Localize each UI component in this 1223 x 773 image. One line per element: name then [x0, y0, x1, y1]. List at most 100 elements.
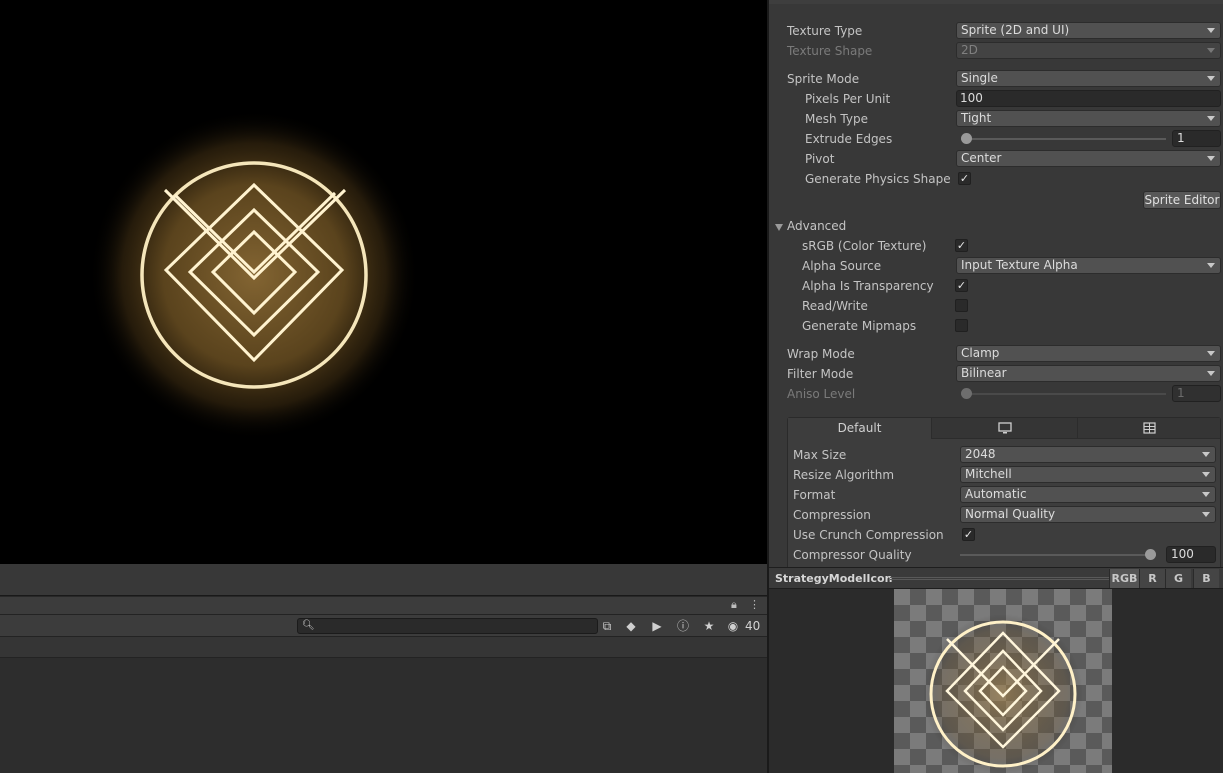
texture-shape-dropdown: 2D — [956, 42, 1221, 59]
generate-mipmaps-row: Generate Mipmaps — [769, 316, 1223, 336]
inspector-panel: Texture Type Sprite (2D and UI) Texture … — [769, 0, 1223, 567]
filter-mode-label: Filter Mode — [787, 367, 854, 381]
alpha-is-transparency-row: Alpha Is Transparency ✓ — [769, 276, 1223, 296]
compressor-quality-field[interactable]: 100 — [1166, 546, 1216, 563]
aniso-level-slider-knob — [961, 388, 972, 399]
preview-drag-handle[interactable] — [890, 577, 1109, 580]
pixels-per-unit-row: Pixels Per Unit 100 — [769, 89, 1223, 109]
generate-physics-shape-checkbox[interactable]: ✓ — [958, 172, 971, 185]
filter-by-type-icon[interactable]: ◆ — [621, 617, 641, 635]
tab-standalone[interactable] — [932, 418, 1078, 439]
extrude-edges-row: Extrude Edges 1 — [769, 129, 1223, 149]
tab-webgl[interactable] — [1078, 418, 1220, 439]
wrap-mode-label: Wrap Mode — [787, 347, 855, 361]
srgb-row: sRGB (Color Texture) ✓ — [769, 236, 1223, 256]
max-size-dropdown[interactable]: 2048 — [960, 446, 1216, 463]
project-content-area[interactable] — [0, 658, 767, 773]
generate-mipmaps-checkbox[interactable] — [955, 319, 968, 332]
pixels-per-unit-label: Pixels Per Unit — [805, 92, 891, 106]
search-icon: 🔍︎ — [302, 620, 315, 631]
advanced-label: Advanced — [787, 219, 847, 233]
wrap-mode-dropdown[interactable]: Clamp — [956, 345, 1221, 362]
channel-g-button[interactable]: G — [1165, 569, 1191, 588]
use-crunch-row: Use Crunch Compression ✓ — [788, 525, 1220, 545]
compressor-quality-slider[interactable] — [960, 554, 1156, 556]
resize-algorithm-row: Resize Algorithm Mitchell — [788, 465, 1220, 485]
platform-settings-panel: Default Max Size 2048 Resize Algorithm M… — [787, 417, 1221, 567]
project-panel-header: 🔒︎ ⋮ — [0, 597, 767, 615]
inspector-topbar — [769, 0, 1223, 4]
use-crunch-checkbox[interactable]: ✓ — [962, 528, 975, 541]
project-toolbar: 🔍︎ ⧉ ◆ ▶ ⓘ ★ ◉ 40 — [0, 615, 767, 637]
monitor-icon — [997, 422, 1012, 434]
alpha-is-transparency-checkbox[interactable]: ✓ — [955, 279, 968, 292]
grid-icon — [1142, 422, 1156, 434]
use-crunch-label: Use Crunch Compression — [793, 528, 944, 542]
sprite-mode-row: Sprite Mode Single — [769, 69, 1223, 89]
compression-dropdown[interactable]: Normal Quality — [960, 506, 1216, 523]
generate-physics-shape-label: Generate Physics Shape — [805, 172, 951, 186]
pixels-per-unit-field[interactable]: 100 — [956, 90, 1221, 107]
texture-type-dropdown[interactable]: Sprite (2D and UI) — [956, 22, 1221, 39]
lock-icon[interactable]: 🔒︎ — [731, 598, 737, 612]
aniso-level-row: Aniso Level 1 — [769, 384, 1223, 404]
channel-b-button[interactable]: B — [1193, 569, 1219, 588]
preview-title: StrategyModelIcon — [775, 572, 893, 585]
filter-mode-row: Filter Mode Bilinear — [769, 364, 1223, 384]
max-size-label: Max Size — [793, 448, 847, 462]
max-size-row: Max Size 2048 — [788, 445, 1220, 465]
read-write-checkbox[interactable] — [955, 299, 968, 312]
extrude-edges-field[interactable]: 1 — [1172, 130, 1221, 147]
compressor-quality-row: Compressor Quality 100 — [788, 545, 1220, 565]
advanced-foldout[interactable]: Advanced — [769, 216, 1223, 236]
search-by-scene-icon[interactable]: ⧉ — [597, 617, 617, 635]
log-icon[interactable]: ⓘ — [673, 617, 693, 635]
texture-type-row: Texture Type Sprite (2D and UI) — [769, 21, 1223, 41]
sprite-mode-label: Sprite Mode — [787, 72, 860, 86]
texture-shape-row: Texture Shape 2D — [769, 41, 1223, 61]
favorite-star-icon[interactable]: ★ — [699, 617, 719, 635]
format-label: Format — [793, 488, 836, 502]
filter-mode-dropdown[interactable]: Bilinear — [956, 365, 1221, 382]
srgb-checkbox[interactable]: ✓ — [955, 239, 968, 252]
compressor-quality-label: Compressor Quality — [793, 548, 912, 562]
hidden-packages-icon[interactable]: ◉ — [725, 617, 741, 635]
preview-area[interactable] — [769, 589, 1223, 773]
resize-algorithm-dropdown[interactable]: Mitchell — [960, 466, 1216, 483]
tab-default[interactable]: Default — [788, 418, 932, 439]
scene-view[interactable] — [0, 0, 767, 564]
preview-header: StrategyModelIcon RGB R G B — [769, 567, 1223, 589]
filter-by-label-icon[interactable]: ▶ — [647, 617, 667, 635]
aniso-level-field: 1 — [1172, 385, 1221, 402]
pivot-dropdown[interactable]: Center — [956, 150, 1221, 167]
more-options-icon[interactable]: ⋮ — [749, 598, 760, 611]
read-write-label: Read/Write — [802, 299, 868, 313]
platform-tabs: Default — [788, 418, 1220, 439]
alpha-source-row: Alpha Source Input Texture Alpha — [769, 256, 1223, 276]
read-write-row: Read/Write — [769, 296, 1223, 316]
generate-mipmaps-label: Generate Mipmaps — [802, 319, 917, 333]
wrap-mode-row: Wrap Mode Clamp — [769, 344, 1223, 364]
mesh-type-label: Mesh Type — [805, 112, 868, 126]
search-input[interactable]: 🔍︎ — [297, 618, 598, 634]
srgb-label: sRGB (Color Texture) — [802, 239, 927, 253]
channel-rgb-button[interactable]: RGB — [1109, 569, 1139, 588]
scene-footer-strip — [0, 564, 767, 596]
generate-physics-shape-row: Generate Physics Shape ✓ — [769, 169, 1223, 189]
sprite-editor-button[interactable]: Sprite Editor — [1143, 191, 1221, 209]
format-row: Format Automatic — [788, 485, 1220, 505]
pivot-label: Pivot — [805, 152, 835, 166]
preview-sprite — [923, 614, 1083, 773]
extrude-edges-slider[interactable] — [961, 138, 1166, 140]
mesh-type-dropdown[interactable]: Tight — [956, 110, 1221, 127]
pivot-row: Pivot Center — [769, 149, 1223, 169]
extrude-edges-slider-knob[interactable] — [961, 133, 972, 144]
alpha-is-transparency-label: Alpha Is Transparency — [802, 279, 934, 293]
glow-halo — [89, 110, 419, 440]
compressor-quality-slider-knob[interactable] — [1145, 549, 1156, 560]
format-dropdown[interactable]: Automatic — [960, 486, 1216, 503]
hidden-count: 40 — [745, 619, 761, 633]
alpha-source-dropdown[interactable]: Input Texture Alpha — [956, 257, 1221, 274]
sprite-mode-dropdown[interactable]: Single — [956, 70, 1221, 87]
channel-r-button[interactable]: R — [1139, 569, 1165, 588]
